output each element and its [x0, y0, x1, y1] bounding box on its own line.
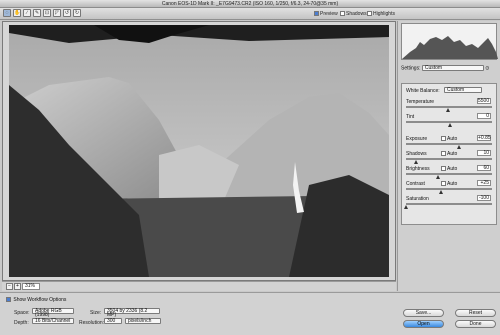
settings-row: Settings: Custom ⊙: [401, 65, 489, 71]
white-balance-label: White Balance:: [406, 88, 440, 94]
window-title: Canon EOS-1D Mark II: _E7G9473.CR2 (ISO …: [161, 1, 339, 7]
brightness-field[interactable]: 60: [477, 165, 491, 171]
shadows-thumb[interactable]: [414, 160, 418, 164]
color-sampler-tool-icon[interactable]: ✎: [33, 9, 41, 17]
exposure-field[interactable]: +0.85: [477, 135, 491, 141]
preview-label: Preview: [320, 11, 338, 17]
adjust-panel: White Balance: Custom Temperature 5500 T…: [401, 83, 497, 225]
space-label: Space:: [14, 310, 30, 316]
saturation-thumb[interactable]: [404, 205, 408, 209]
done-button[interactable]: Done: [455, 320, 496, 328]
contrast-auto-checkbox[interactable]: Auto: [441, 181, 457, 187]
depth-label: Depth:: [14, 320, 29, 326]
saturation-slider[interactable]: [406, 203, 492, 205]
brightness-auto-checkbox[interactable]: Auto: [441, 166, 457, 172]
exposure-label: Exposure: [406, 136, 428, 142]
highlights-checkbox-box: [367, 11, 372, 16]
shadows-checkbox-box: [340, 11, 345, 16]
zoom-bar: − + 31%: [2, 281, 396, 291]
reset-button[interactable]: Reset: [455, 309, 496, 317]
show-workflow-checkbox[interactable]: [6, 297, 11, 302]
contrast-field[interactable]: +25: [477, 180, 491, 186]
open-button[interactable]: Open: [403, 320, 444, 328]
exposure-auto-label: Auto: [447, 136, 458, 142]
contrast-auto-box: [441, 181, 446, 186]
shadows-label: Shadows: [346, 11, 367, 17]
exposure-slider[interactable]: [406, 143, 492, 145]
saturation-field[interactable]: -100: [477, 195, 491, 201]
shadows-checkbox[interactable]: Shadows: [340, 11, 367, 17]
contrast-auto-label: Auto: [447, 181, 458, 187]
contrast-slider[interactable]: [406, 188, 492, 190]
shadows-adjust-label: Shadows: [406, 151, 427, 157]
shadows-slider[interactable]: [406, 158, 492, 160]
tint-thumb[interactable]: [448, 123, 452, 127]
size-select[interactable]: 3504 by 2336 (8.2 MP): [104, 308, 160, 318]
brightness-label: Brightness: [406, 166, 430, 172]
resolution-unit-select[interactable]: pixels/inch: [125, 318, 161, 324]
settings-select[interactable]: Custom: [421, 65, 484, 71]
exposure-auto-checkbox[interactable]: Auto: [441, 136, 457, 142]
space-select[interactable]: Adobe RGB (1998): [32, 308, 74, 318]
exposure-auto-box: [441, 136, 446, 141]
shadows-auto-checkbox[interactable]: Auto: [441, 151, 457, 157]
size-label: Size:: [90, 310, 102, 316]
preview-checkbox[interactable]: Preview: [314, 11, 338, 17]
save-button[interactable]: Save...: [403, 309, 444, 317]
brightness-slider[interactable]: [406, 173, 492, 175]
settings-label: Settings:: [401, 65, 421, 72]
rotate-right-icon[interactable]: ↻: [73, 9, 81, 17]
settings-menu-icon[interactable]: ⊙: [485, 65, 489, 71]
rotate-left-icon[interactable]: ↺: [63, 9, 71, 17]
tab-strip: AdjustDetailLensCurveCalibrate: [401, 76, 497, 91]
depth-select[interactable]: 16 Bits/Channel: [32, 318, 74, 324]
image-preview-area[interactable]: [2, 21, 396, 281]
highlights-label: Highlights: [373, 11, 395, 17]
white-balance-select[interactable]: Custom: [444, 87, 482, 93]
saturation-label: Saturation: [406, 196, 429, 202]
temperature-thumb[interactable]: [446, 108, 450, 112]
hand-tool-icon[interactable]: ✋: [13, 9, 21, 17]
toolbar: ◌ ✋ ∕ ✎ ⊡ ◸ ↺ ↻ Preview Shadows Highligh…: [0, 8, 500, 20]
brightness-auto-label: Auto: [447, 166, 458, 172]
resolution-label: Resolution:: [79, 320, 105, 326]
tint-label: Tint: [406, 114, 415, 120]
shadows-field[interactable]: 10: [477, 150, 491, 156]
histogram: [401, 23, 498, 60]
right-panel: Settings: Custom ⊙ AdjustDetailLensCurve…: [397, 21, 500, 291]
photo-preview: [9, 25, 389, 277]
histogram-graph: [402, 36, 498, 59]
contrast-thumb[interactable]: [439, 190, 443, 194]
white-balance-tool-icon[interactable]: ∕: [23, 9, 31, 17]
preview-checkbox-box: [314, 11, 319, 16]
zoom-out-button[interactable]: −: [6, 283, 13, 290]
zoom-value[interactable]: 31%: [22, 283, 40, 290]
resolution-field[interactable]: 300: [104, 318, 122, 324]
zoom-tool-icon[interactable]: ◌: [3, 9, 11, 17]
exposure-thumb[interactable]: [457, 145, 461, 149]
highlights-checkbox[interactable]: Highlights: [367, 11, 395, 17]
tint-field[interactable]: 0: [477, 113, 491, 119]
crop-tool-icon[interactable]: ⊡: [43, 9, 51, 17]
straighten-tool-icon[interactable]: ◸: [53, 9, 61, 17]
temperature-label: Temperature: [406, 99, 435, 105]
brightness-thumb[interactable]: [436, 175, 440, 179]
shadows-auto-label: Auto: [447, 151, 458, 157]
window-titlebar: Canon EOS-1D Mark II: _E7G9473.CR2 (ISO …: [0, 0, 500, 8]
temperature-field[interactable]: 5500: [477, 98, 491, 104]
workflow-bar: Show Workflow Options Space: Adobe RGB (…: [0, 292, 500, 335]
show-workflow-options[interactable]: Show Workflow Options: [6, 297, 66, 303]
shadows-auto-box: [441, 151, 446, 156]
zoom-in-button[interactable]: +: [14, 283, 21, 290]
show-workflow-label: Show Workflow Options: [13, 297, 67, 303]
brightness-auto-box: [441, 166, 446, 171]
contrast-label: Contrast: [406, 181, 425, 187]
